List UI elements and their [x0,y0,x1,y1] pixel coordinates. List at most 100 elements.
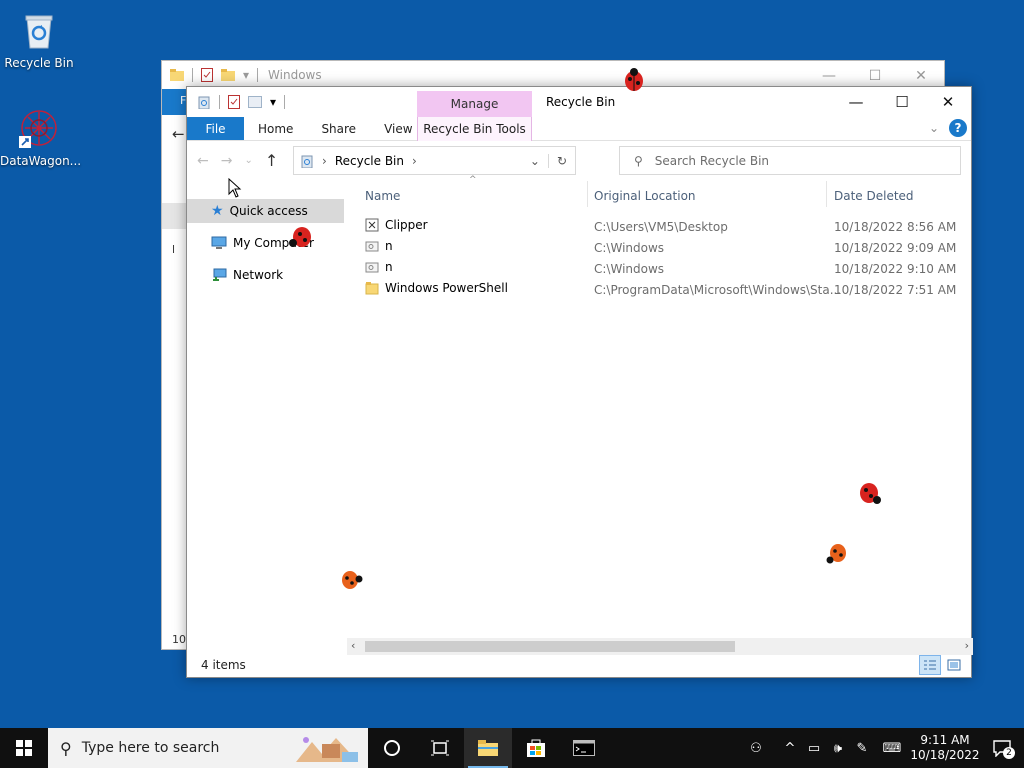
breadcrumb-separator-icon[interactable]: › [322,154,327,168]
up-button[interactable]: ↑ [265,151,278,170]
item-count: 4 items [201,658,246,672]
people-icon[interactable]: ⚇ [744,741,768,756]
back-arrow-icon[interactable]: ← [172,125,185,143]
notification-count-badge: 2 [1003,747,1015,759]
file-name: n [385,260,393,274]
refresh-icon[interactable]: ↻ [557,154,575,168]
system-tray: ⚇ ^ ▭ 🕪 ✎ ⌨ 9:11 AM 10/18/2022 2 [744,728,1024,768]
address-bar[interactable]: › Recycle Bin › ⌄ ↻ [293,146,576,175]
tab-share[interactable]: Share [307,117,370,140]
star-icon: ★ [211,203,224,219]
task-view-button[interactable] [416,728,464,768]
task-view-icon [431,740,449,756]
ladybug-icon [625,68,643,91]
nav-item-network[interactable]: Network [187,263,344,287]
manage-contextual-tab[interactable]: Manage [417,91,532,117]
desktop-icon-recycle-bin[interactable]: Recycle Bin [0,8,78,70]
recycle-bin-icon [17,8,61,52]
search-icon: ⚲ [60,738,72,758]
column-header-date-deleted[interactable]: Date Deleted [834,189,914,203]
datawagon-shortcut-icon [17,106,61,150]
file-date-deleted: 10/18/2022 8:56 AM [834,220,957,234]
ladybug-icon [826,544,846,564]
microsoft-store-taskbar-button[interactable] [512,728,560,768]
file-date-deleted: 10/18/2022 9:09 AM [834,241,957,255]
file-date-deleted: 10/18/2022 7:51 AM [834,283,957,297]
properties-icon[interactable] [228,95,240,109]
maximize-button[interactable]: ☐ [879,87,925,117]
forward-button[interactable]: → [221,153,233,169]
desktop-icon-label: Recycle Bin [4,56,74,70]
desktop-icon-label: DataWagon... [0,154,82,168]
back-button[interactable]: ← [197,153,209,169]
taskbar-search-placeholder: Type here to search [81,740,220,756]
clock[interactable]: 9:11 AM 10/18/2022 [910,733,980,763]
clock-date: 10/18/2022 [910,748,980,762]
ladybug-icon [860,483,881,504]
pen-icon[interactable]: ✎ [850,741,874,756]
tab-home[interactable]: Home [244,117,307,140]
sort-ascending-icon: ^ [469,175,477,185]
expand-ribbon-chevron-icon[interactable]: ⌄ [929,121,939,135]
file-explorer-taskbar-button[interactable] [464,728,512,768]
background-file-tab[interactable]: F [162,89,188,115]
scroll-left-icon[interactable]: ‹ [351,639,355,652]
background-window-titlebar: ▾ Windows — ☐ ✕ [162,61,944,89]
help-icon[interactable]: ? [949,119,967,137]
table-row[interactable]: Clipper C:\Users\VM5\Desktop 10/18/2022 … [347,217,973,238]
titlebar: ▾ Manage Recycle Bin — ☐ ✕ [187,87,971,117]
windows-logo-icon [16,740,32,756]
search-highlight-art-icon [292,732,364,764]
recent-locations-chevron-icon[interactable]: ⌄ [244,155,252,166]
column-header-name[interactable]: Name [365,189,400,203]
file-icon [365,241,379,252]
address-dropdown-icon[interactable]: ⌄ [530,153,549,168]
ladybug-icon [289,227,311,247]
breadcrumb-recycle-bin[interactable]: Recycle Bin [335,154,404,168]
recycle-bin-small-icon [301,155,313,168]
window-title: Recycle Bin [546,95,616,109]
ribbon-tabs: File Home Share View Recycle Bin Tools ⌄… [187,117,971,141]
rename-icon[interactable] [248,95,262,109]
mouse-cursor-icon [228,178,242,198]
tab-recycle-bin-tools[interactable]: Recycle Bin Tools [417,117,532,141]
details-view-button[interactable] [919,655,941,675]
background-side-text: l [172,243,176,256]
table-row[interactable]: Windows PowerShell C:\ProgramData\Micros… [347,280,973,301]
scrollbar-thumb[interactable] [365,641,735,652]
folder-icon [365,282,379,295]
search-box[interactable]: ⚲ Search Recycle Bin [619,146,961,175]
taskbar: ⚲ Type here to search ⚇ ^ ▭ 🕪 ✎ ⌨ 9:11 A… [0,728,1024,768]
minimize-button[interactable]: — [833,87,879,117]
nav-item-quick-access[interactable]: ★ Quick access [187,199,344,223]
command-prompt-taskbar-button[interactable] [560,728,608,768]
nav-item-label: Network [233,268,284,282]
nav-item-label: Quick access [229,204,308,218]
action-center-button[interactable]: 2 [980,728,1024,768]
tab-file[interactable]: File [187,117,244,140]
network-status-icon[interactable]: ▭ [802,741,826,756]
column-header-original-location[interactable]: Original Location [594,189,696,203]
scroll-right-icon[interactable]: › [965,639,969,652]
nav-item-my-computer[interactable]: My Computer [187,231,344,255]
navigation-buttons: ← → ⌄ ↑ [197,151,278,170]
table-row[interactable]: n C:\Windows 10/18/2022 9:10 AM [347,259,973,280]
show-hidden-icons-chevron-icon[interactable]: ^ [778,741,802,756]
close-button[interactable]: ✕ [925,87,971,117]
volume-icon[interactable]: 🕪 [826,741,850,756]
explorer-window[interactable]: ▾ Manage Recycle Bin — ☐ ✕ File Home Sha… [186,86,973,678]
breadcrumb-separator-icon[interactable]: › [412,154,417,168]
quick-access-toolbar: ▾ [187,95,286,109]
file-list: ^ Name Original Location Date Deleted Cl… [347,175,973,301]
customize-toolbar-chevron-icon[interactable]: ▾ [270,95,276,109]
cortana-icon [384,740,400,756]
desktop-icon-datawagon[interactable]: DataWagon... [0,106,82,168]
cortana-button[interactable] [368,728,416,768]
start-button[interactable] [0,728,48,768]
clock-time: 9:11 AM [920,733,970,747]
keyboard-icon[interactable]: ⌨ [874,741,910,756]
table-row[interactable]: n C:\Windows 10/18/2022 9:09 AM [347,238,973,259]
details-view-icon [924,660,936,670]
taskbar-search-box[interactable]: ⚲ Type here to search [48,728,368,768]
large-icons-view-button[interactable] [943,655,965,675]
